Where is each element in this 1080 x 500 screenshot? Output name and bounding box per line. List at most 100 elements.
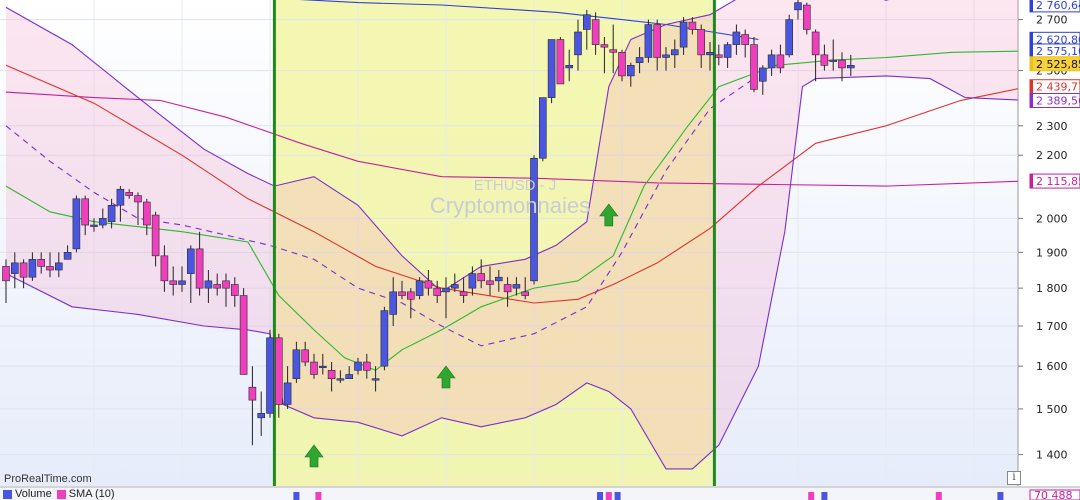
candle-body[interactable] [2, 266, 10, 282]
candle-body[interactable] [37, 259, 46, 267]
candle-body[interactable] [442, 287, 450, 293]
candle-body[interactable] [178, 280, 186, 285]
candle-body[interactable] [318, 365, 327, 368]
candle-body[interactable] [362, 361, 371, 371]
candle-body[interactable] [512, 284, 521, 289]
candle-body[interactable] [380, 310, 389, 367]
candle-body[interactable] [28, 259, 37, 278]
candle-body[interactable] [389, 291, 398, 315]
candle-body[interactable] [802, 4, 811, 30]
candle-body[interactable] [424, 280, 433, 289]
candle-body[interactable] [90, 224, 98, 227]
candle-body[interactable] [54, 262, 63, 271]
info-icon[interactable]: i [1007, 471, 1021, 485]
candle-body[interactable] [274, 337, 283, 405]
candle-body[interactable] [723, 44, 732, 58]
candle-body[interactable] [222, 280, 230, 289]
candle-body[interactable] [688, 21, 697, 30]
candle-body[interactable] [794, 2, 802, 11]
candle-body[interactable] [459, 291, 468, 296]
candle-body[interactable] [450, 284, 459, 289]
candle-body[interactable] [19, 262, 28, 278]
candle-body[interactable] [846, 64, 855, 69]
candle-body[interactable] [838, 59, 846, 69]
candle-body[interactable] [732, 31, 741, 45]
candle-body[interactable] [609, 49, 618, 53]
candle-body[interactable] [758, 67, 767, 82]
candle-body[interactable] [213, 284, 221, 289]
candle-body[interactable] [477, 273, 486, 282]
volume-label: Volume [15, 488, 52, 500]
candle-body[interactable] [398, 291, 406, 296]
candle-body[interactable] [257, 413, 266, 419]
candle-body[interactable] [239, 295, 248, 375]
candle-body[interactable] [653, 24, 662, 58]
candle-body[interactable] [107, 204, 116, 222]
candle-body[interactable] [266, 337, 274, 414]
candle-body[interactable] [521, 291, 530, 296]
candle-body[interactable] [125, 192, 133, 196]
candle-body[interactable] [433, 287, 442, 296]
candle-body[interactable] [116, 188, 125, 206]
candle-body[interactable] [697, 29, 706, 56]
candle-body[interactable] [714, 54, 723, 58]
candle-body[interactable] [327, 370, 336, 379]
candle-body[interactable] [81, 198, 89, 226]
candle-body[interactable] [503, 284, 512, 293]
candle-body[interactable] [292, 349, 301, 379]
candle-body[interactable] [829, 59, 838, 62]
candle-body[interactable] [670, 49, 679, 56]
candle-body[interactable] [415, 280, 424, 296]
candle-body[interactable] [820, 54, 829, 66]
candle-body[interactable] [187, 248, 195, 274]
chart-area[interactable]: ETHUSD - JCryptomonnaies 1 400 1 500 1 600… [0, 0, 1080, 500]
candle-body[interactable] [354, 361, 362, 371]
candle-body[interactable] [574, 31, 582, 56]
candle-body[interactable] [283, 382, 292, 405]
candle-body[interactable] [644, 24, 653, 58]
candle-body[interactable] [591, 19, 600, 45]
candle-body[interactable] [63, 252, 72, 260]
candle-body[interactable] [565, 64, 574, 69]
candle-body[interactable] [371, 378, 380, 381]
candle-body[interactable] [468, 273, 477, 289]
candle-body[interactable] [231, 284, 239, 296]
volume-bar [293, 492, 300, 500]
candle-body[interactable] [776, 54, 785, 69]
candle-body[interactable] [204, 280, 213, 289]
candle-body[interactable] [582, 14, 591, 30]
candle-body[interactable] [679, 21, 688, 48]
candle-body[interactable] [72, 198, 81, 250]
candle-body[interactable] [635, 57, 644, 63]
candle-body[interactable] [811, 31, 820, 56]
candle-body[interactable] [538, 97, 547, 159]
candle-body[interactable] [600, 44, 609, 48]
candle-body[interactable] [547, 39, 556, 98]
candle-body[interactable] [151, 214, 160, 257]
candle-body[interactable] [301, 349, 310, 363]
candle-body[interactable] [706, 51, 714, 56]
candle-body[interactable] [406, 291, 415, 300]
candle-body[interactable] [160, 255, 169, 282]
candle-body[interactable] [556, 39, 565, 85]
candle-body[interactable] [248, 386, 257, 401]
candle-body[interactable] [345, 374, 354, 379]
candle-body[interactable] [143, 201, 151, 226]
candle-body[interactable] [741, 34, 750, 45]
candle-body[interactable] [767, 54, 776, 69]
candle-body[interactable] [626, 64, 635, 77]
candle-body[interactable] [618, 51, 626, 77]
candle-body[interactable] [662, 54, 670, 58]
candle-body[interactable] [99, 218, 107, 226]
candle-body[interactable] [11, 262, 19, 274]
candle-body[interactable] [46, 266, 54, 271]
candle-body[interactable] [195, 248, 204, 289]
candle-body[interactable] [134, 195, 142, 203]
candle-body[interactable] [169, 280, 177, 285]
candle-body[interactable] [310, 361, 318, 375]
candle-body[interactable] [336, 378, 345, 381]
candle-body[interactable] [785, 19, 794, 56]
candle-body[interactable] [494, 276, 503, 282]
candle-body[interactable] [750, 44, 758, 90]
candle-body[interactable] [486, 280, 494, 285]
